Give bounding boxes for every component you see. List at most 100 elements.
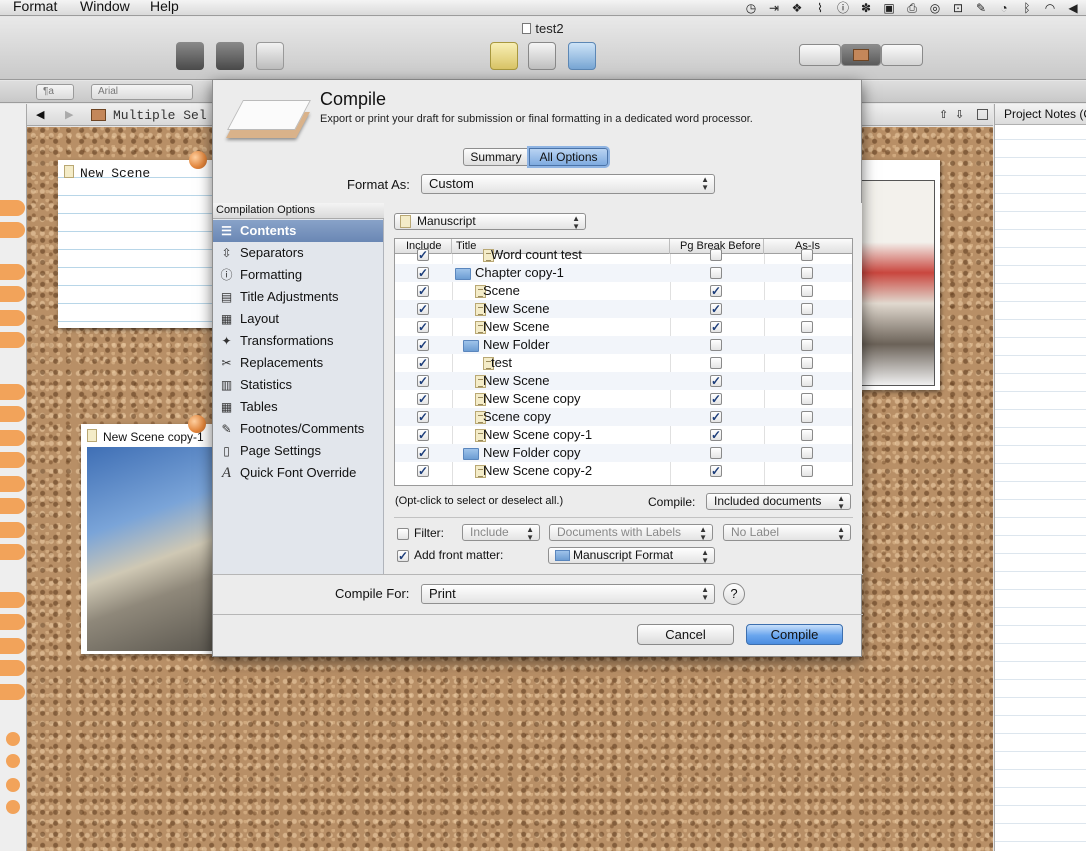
link-icon[interactable] [568, 42, 596, 70]
table-row[interactable]: ✓ New Folder [395, 336, 852, 354]
front-matter-popup[interactable]: Manuscript Format ▲ ▼ [548, 547, 715, 565]
format-as-popup[interactable]: Custom ▲ ▼ [421, 174, 715, 194]
signal-icon[interactable]: ⌇ [813, 1, 827, 15]
bluetooth-icon[interactable]: ᛒ [1020, 1, 1034, 15]
filter-documents-popup[interactable]: Documents with Labels ▲ ▼ [549, 524, 713, 542]
option-statistics[interactable]: ▥ Statistics [213, 374, 383, 396]
keywords-icon[interactable] [216, 42, 244, 70]
table-row[interactable]: ✓ test [395, 354, 852, 372]
down-arrow-icon[interactable]: ⇩ [955, 108, 964, 121]
compile-for-popup[interactable]: Print ▲ ▼ [421, 584, 715, 604]
option-layout[interactable]: ▦ Layout [213, 308, 383, 330]
filter-checkbox[interactable] [397, 528, 409, 540]
composition-mode-icon[interactable] [176, 42, 204, 70]
page-break-checkbox[interactable]: ✓ [710, 321, 722, 333]
page-break-checkbox[interactable]: ✓ [710, 465, 722, 477]
include-checkbox[interactable]: ✓ [417, 393, 429, 405]
page-break-checkbox[interactable]: ✓ [710, 285, 722, 297]
corkboard-view-button[interactable] [841, 44, 881, 66]
option-replacements[interactable]: ✂ Replacements [213, 352, 383, 374]
table-row[interactable]: ✓ New Scene ✓ [395, 300, 852, 318]
project-notes-header[interactable]: Project Notes (C [995, 104, 1086, 125]
style-popup[interactable]: ¶a [36, 84, 74, 100]
help-button[interactable]: ? [723, 583, 745, 605]
page-break-checkbox[interactable] [710, 267, 722, 279]
shield-icon[interactable]: ◎ [928, 1, 942, 15]
arrow-icon[interactable]: ⇥ [767, 1, 781, 15]
table-row[interactable]: ✓ New Scene ✓ [395, 372, 852, 390]
page-break-checkbox[interactable]: ✓ [710, 375, 722, 387]
page-break-checkbox[interactable]: ✓ [710, 411, 722, 423]
index-card[interactable]: New Scene copy-1 [81, 424, 221, 654]
page-break-checkbox[interactable] [710, 357, 722, 369]
up-arrow-icon[interactable]: ⇧ [939, 108, 948, 121]
box-icon[interactable]: ⊡ [951, 1, 965, 15]
include-checkbox[interactable]: ✓ [417, 447, 429, 459]
include-checkbox[interactable]: ✓ [417, 303, 429, 315]
clock-icon[interactable]: ◔ [997, 1, 1011, 15]
as-is-checkbox[interactable] [801, 285, 813, 297]
page-break-checkbox[interactable]: ✓ [710, 429, 722, 441]
as-is-checkbox[interactable] [801, 465, 813, 477]
option-footnotes-comments[interactable]: ✎ Footnotes/Comments [213, 418, 383, 440]
include-checkbox[interactable]: ✓ [417, 321, 429, 333]
page-break-checkbox[interactable] [710, 249, 722, 261]
wifi-icon[interactable]: ◠ [1043, 1, 1057, 15]
tab-summary[interactable]: Summary [463, 148, 529, 166]
volume-icon[interactable]: ◀ [1066, 1, 1080, 15]
include-checkbox[interactable]: ✓ [417, 375, 429, 387]
back-arrow-icon[interactable]: ◀ [36, 108, 44, 121]
option-contents[interactable]: ☰ Contents [213, 220, 383, 242]
include-checkbox[interactable]: ✓ [417, 465, 429, 477]
as-is-checkbox[interactable] [801, 321, 813, 333]
as-is-checkbox[interactable] [801, 339, 813, 351]
compile-button[interactable]: Compile [746, 624, 843, 645]
snapshot-icon[interactable] [528, 42, 556, 70]
forward-arrow-icon[interactable]: ▶ [65, 108, 73, 121]
include-checkbox[interactable]: ✓ [417, 267, 429, 279]
film-icon[interactable]: ▣ [882, 1, 896, 15]
option-tables[interactable]: ▦ Tables [213, 396, 383, 418]
as-is-checkbox[interactable] [801, 393, 813, 405]
include-checkbox[interactable]: ✓ [417, 429, 429, 441]
page-break-checkbox[interactable] [710, 447, 722, 459]
page-break-checkbox[interactable]: ✓ [710, 303, 722, 315]
as-is-checkbox[interactable] [801, 357, 813, 369]
page-break-checkbox[interactable]: ✓ [710, 393, 722, 405]
table-row[interactable]: ✓ New Folder copy [395, 444, 852, 462]
printer-icon[interactable]: ⎙ [905, 1, 919, 15]
index-card[interactable]: New Scene [58, 160, 218, 328]
table-row[interactable]: ✓ New Scene copy-1 ✓ [395, 426, 852, 444]
as-is-checkbox[interactable] [801, 375, 813, 387]
option-title-adjustments[interactable]: ▤ Title Adjustments [213, 286, 383, 308]
cancel-button[interactable]: Cancel [637, 624, 734, 645]
include-checkbox[interactable]: ✓ [417, 411, 429, 423]
option-quick-font-override[interactable]: A Quick Font Override [213, 462, 383, 484]
note-icon[interactable] [490, 42, 518, 70]
option-formatting[interactable]: ⓘ Formatting [213, 264, 383, 286]
include-checkbox[interactable]: ✓ [417, 249, 429, 261]
option-page-settings[interactable]: ▯ Page Settings [213, 440, 383, 462]
filter-include-popup[interactable]: Include ▲ ▼ [462, 524, 540, 542]
table-row[interactable]: ✓ New Scene ✓ [395, 318, 852, 336]
table-row[interactable]: ✓ New Scene copy ✓ [395, 390, 852, 408]
include-checkbox[interactable]: ✓ [417, 285, 429, 297]
include-checkbox[interactable]: ✓ [417, 339, 429, 351]
tab-all-options[interactable]: All Options [529, 148, 608, 166]
as-is-checkbox[interactable] [801, 249, 813, 261]
outliner-view-button[interactable] [881, 44, 923, 66]
split-icon[interactable] [977, 109, 988, 120]
as-is-checkbox[interactable] [801, 429, 813, 441]
front-matter-checkbox[interactable]: ✓ [397, 550, 409, 562]
full-screen-icon[interactable] [256, 42, 284, 70]
as-is-checkbox[interactable] [801, 411, 813, 423]
as-is-checkbox[interactable] [801, 267, 813, 279]
table-row[interactable]: ✓ New Scene copy-2 ✓ [395, 462, 852, 480]
page-break-checkbox[interactable] [710, 339, 722, 351]
paw-icon[interactable]: ✽ [859, 1, 873, 15]
filter-label-popup[interactable]: No Label ▲ ▼ [723, 524, 851, 542]
menu-help[interactable]: Help [150, 0, 179, 15]
include-checkbox[interactable]: ✓ [417, 357, 429, 369]
scrivenings-view-button[interactable] [799, 44, 841, 66]
table-row[interactable]: ✓ Scene copy ✓ [395, 408, 852, 426]
